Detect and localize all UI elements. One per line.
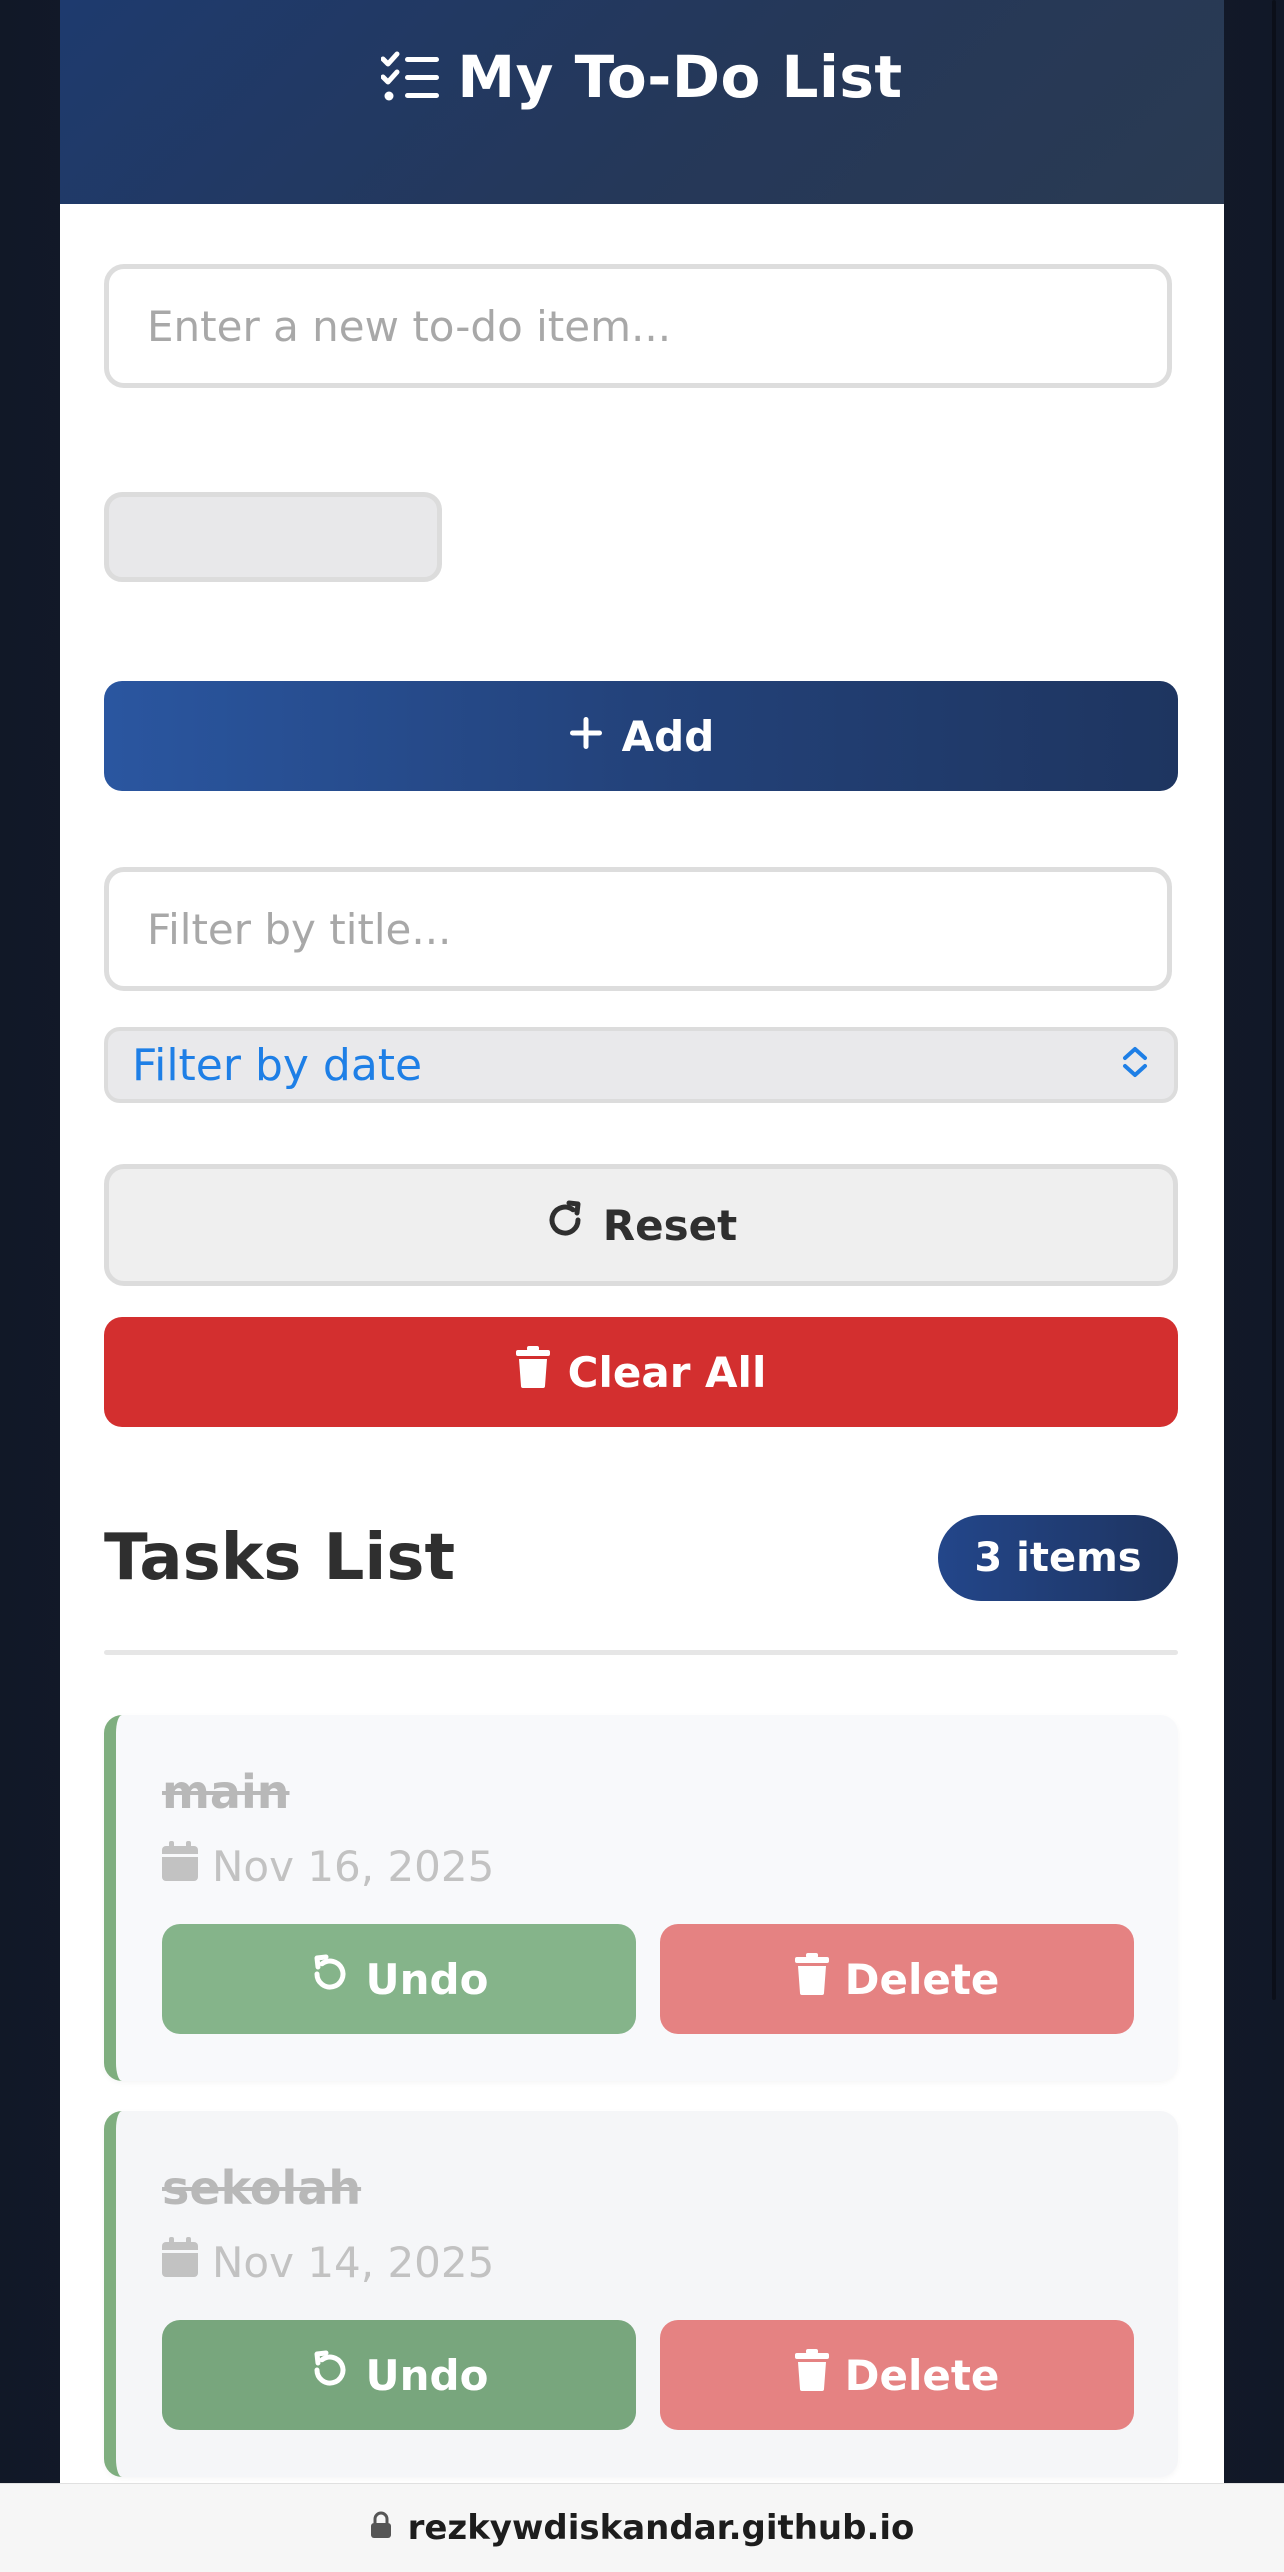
clear-all-label: Clear All: [567, 1347, 767, 1397]
add-button[interactable]: Add: [104, 681, 1178, 791]
undo-label: Undo: [365, 2350, 489, 2400]
task-count-badge: 3 items: [938, 1515, 1178, 1601]
task-date: Nov 14, 2025: [162, 2237, 494, 2287]
add-button-label: Add: [621, 711, 715, 761]
trash-icon: [794, 1953, 829, 2005]
reset-button[interactable]: Reset: [104, 1164, 1178, 1286]
browser-address-bar[interactable]: rezkywdiskandar.github.io: [0, 2483, 1284, 2572]
plus-icon: [568, 712, 604, 761]
rotate-left-icon: [310, 2350, 350, 2400]
app-title: My To-Do List: [457, 43, 903, 111]
filter-date-label: Filter by date: [132, 1039, 423, 1091]
rotate-right-icon: [545, 1200, 585, 1250]
delete-label: Delete: [844, 1954, 1000, 2004]
section-divider: [104, 1650, 1178, 1655]
rotate-left-icon: [310, 1954, 350, 2004]
chevron-up-down-icon: [1120, 1040, 1150, 1091]
lock-icon: [370, 2508, 392, 2548]
delete-button[interactable]: Delete: [660, 1924, 1134, 2034]
task-date: Nov 16, 2025: [162, 1841, 494, 1891]
todo-app-card: My To-Do List Add Filter by date: [60, 0, 1224, 2483]
section-title: Tasks List: [104, 1521, 456, 1595]
undo-button[interactable]: Undo: [162, 1924, 636, 2034]
task-date-text: Nov 14, 2025: [212, 2237, 495, 2287]
trash-icon: [794, 2349, 829, 2401]
calendar-icon: [162, 1841, 198, 1891]
clear-all-button[interactable]: Clear All: [104, 1317, 1178, 1427]
todo-date-input[interactable]: [104, 492, 442, 582]
tasks-section-header: Tasks List 3 items: [104, 1508, 1178, 1608]
list-check-icon: [381, 50, 441, 104]
task-date-text: Nov 16, 2025: [212, 1841, 495, 1891]
filter-date-select[interactable]: Filter by date: [104, 1027, 1178, 1103]
reset-button-label: Reset: [602, 1200, 738, 1250]
task-title: main: [162, 1765, 290, 1819]
delete-button[interactable]: Delete: [660, 2320, 1134, 2430]
undo-label: Undo: [365, 1954, 489, 2004]
trash-icon: [515, 1346, 550, 1398]
url-text: rezkywdiskandar.github.io: [407, 2508, 915, 2548]
task-item: main Nov 16, 2025 Undo Delete: [104, 1715, 1178, 2081]
task-item: sekolah Nov 14, 2025 Undo Delete: [104, 2111, 1178, 2477]
calendar-icon: [162, 2237, 198, 2287]
task-title: sekolah: [162, 2161, 362, 2215]
delete-label: Delete: [844, 2350, 1000, 2400]
undo-button[interactable]: Undo: [162, 2320, 636, 2430]
todo-input[interactable]: [104, 264, 1172, 388]
page-scrollbar[interactable]: [1272, 0, 1276, 2000]
filter-title-input[interactable]: [104, 867, 1172, 991]
app-header: My To-Do List: [60, 0, 1224, 204]
